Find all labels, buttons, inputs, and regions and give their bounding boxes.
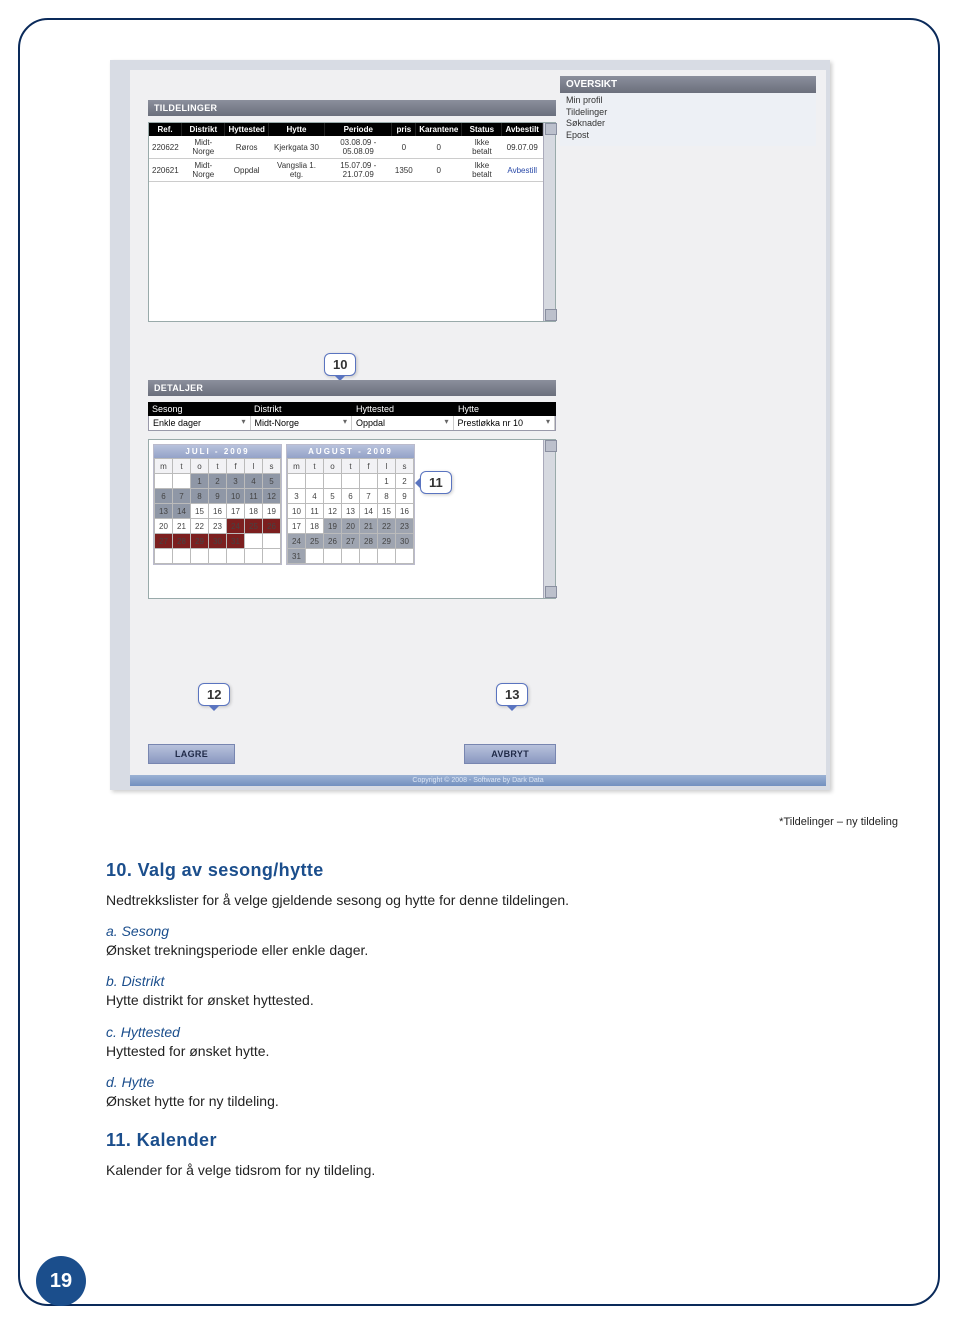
cell-hyttested: Røros — [225, 136, 268, 159]
oversikt-title: OVERSIKT — [560, 76, 816, 93]
cell-karantene: 0 — [416, 159, 462, 182]
calendar-scrollbar[interactable] — [543, 440, 555, 598]
app-screenshot: OVERSIKT Min profil Tildelinger Søknader… — [110, 60, 830, 790]
page-number-badge: 19 — [36, 1256, 86, 1306]
sub-b: b. Distrikt — [106, 973, 866, 989]
screenshot-caption: *Tildelinger – ny tildeling — [779, 816, 898, 828]
select-distrikt[interactable]: Midt-Norge — [251, 416, 353, 430]
calendar-grid-july[interactable]: mtotfls 12345 6789101112 13141516171819 … — [154, 458, 281, 564]
cell-pris: 1350 — [392, 159, 416, 182]
copyright-bar: Copyright © 2008 - Software by Dark Data — [130, 775, 826, 786]
para-b: Hytte distrikt for ønsket hyttested. — [106, 991, 866, 1009]
heading-11: 11. Kalender — [106, 1130, 866, 1151]
calendar-grid-august[interactable]: mtotfls 12 3456789 10111213141516 171819… — [287, 458, 414, 564]
cell-status: Ikke betalt — [462, 136, 502, 159]
cell-hytte: Kjerkgata 30 — [268, 136, 324, 159]
callout-11: 11 — [420, 471, 452, 494]
side-link-tildelinger[interactable]: Tildelinger — [566, 107, 810, 119]
table-row[interactable]: 220622 Midt-Norge Røros Kjerkgata 30 03.… — [149, 136, 543, 159]
tildelinger-table: Ref. Distrikt Hyttested Hytte Periode pr… — [149, 123, 543, 182]
tildelinger-title: TILDELINGER — [148, 100, 556, 116]
lbl-hyttested: Hyttested — [352, 402, 454, 416]
lbl-hytte: Hytte — [454, 402, 556, 416]
th-hyttested: Hyttested — [225, 123, 268, 136]
sub-c: c. Hyttested — [106, 1024, 866, 1040]
calendar-july: JULI - 2009 mtotfls 12345 6789101112 131… — [153, 444, 282, 565]
cell-hytte: Vangslia 1. etg. — [268, 159, 324, 182]
para-d: Ønsket hytte for ny tildeling. — [106, 1092, 866, 1110]
sub-a: a. Sesong — [106, 923, 866, 939]
table-header-row: Ref. Distrikt Hyttested Hytte Periode pr… — [149, 123, 543, 136]
calendar-wrap: JULI - 2009 mtotfls 12345 6789101112 131… — [148, 439, 556, 599]
cell-distrikt: Midt-Norge — [182, 159, 225, 182]
para-a: Ønsket trekningsperiode eller enkle dage… — [106, 941, 866, 959]
callout-12: 12 — [198, 683, 230, 706]
cell-periode: 03.08.09 - 05.08.09 — [325, 136, 392, 159]
calendar-title-july: JULI - 2009 — [154, 445, 281, 458]
th-ref: Ref. — [149, 123, 182, 136]
callout-13: 13 — [496, 683, 528, 706]
oversikt-panel: OVERSIKT Min profil Tildelinger Søknader… — [560, 76, 816, 146]
lbl-sesong: Sesong — [148, 402, 250, 416]
oversikt-links: Min profil Tildelinger Søknader Epost — [560, 93, 816, 146]
cell-distrikt: Midt-Norge — [182, 136, 225, 159]
side-link-epost[interactable]: Epost — [566, 130, 810, 142]
sub-d: d. Hytte — [106, 1074, 866, 1090]
filter-header: Sesong Distrikt Hyttested Hytte — [148, 402, 556, 416]
avbryt-button[interactable]: AVBRYT — [464, 744, 556, 764]
detaljer-title: DETALJER — [148, 380, 556, 396]
calendar-august: AUGUST - 2009 mtotfls 12 3456789 1011121… — [286, 444, 415, 565]
select-sesong[interactable]: Enkle dager — [149, 416, 251, 430]
lbl-distrikt: Distrikt — [250, 402, 352, 416]
th-periode: Periode — [325, 123, 392, 136]
detaljer-panel: DETALJER Sesong Distrikt Hyttested Hytte… — [148, 380, 556, 599]
th-avbestilt: Avbestilt — [502, 123, 543, 136]
select-hyttested[interactable]: Oppdal — [352, 416, 454, 430]
th-status: Status — [462, 123, 502, 136]
scrollbar[interactable] — [543, 123, 555, 321]
cell-avbestilt: 09.07.09 — [502, 136, 543, 159]
cell-hyttested: Oppdal — [225, 159, 268, 182]
th-hytte: Hytte — [268, 123, 324, 136]
cell-ref: 220622 — [149, 136, 182, 159]
document-body: 10. Valg av sesong/hytte Nedtrekkslister… — [106, 860, 866, 1191]
heading-10: 10. Valg av sesong/hytte — [106, 860, 866, 881]
th-distrikt: Distrikt — [182, 123, 225, 136]
tildelinger-table-wrap: Ref. Distrikt Hyttested Hytte Periode pr… — [148, 122, 556, 322]
cell-ref: 220621 — [149, 159, 182, 182]
cell-status: Ikke betalt — [462, 159, 502, 182]
para-10: Nedtrekkslister for å velge gjeldende se… — [106, 891, 866, 909]
calendar-title-august: AUGUST - 2009 — [287, 445, 414, 458]
para-11: Kalender for å velge tidsrom for ny tild… — [106, 1161, 866, 1179]
cell-pris: 0 — [392, 136, 416, 159]
th-pris: pris — [392, 123, 416, 136]
lagre-button[interactable]: LAGRE — [148, 744, 235, 764]
th-karantene: Karantene — [416, 123, 462, 136]
select-hytte[interactable]: Prestløkka nr 10 — [454, 416, 556, 430]
button-bar: LAGRE AVBRYT — [148, 744, 556, 764]
avbestill-link[interactable]: Avbestill — [502, 159, 543, 182]
para-c: Hyttested for ønsket hytte. — [106, 1042, 866, 1060]
callout-10: 10 — [324, 353, 356, 376]
cell-karantene: 0 — [416, 136, 462, 159]
side-link-profil[interactable]: Min profil — [566, 95, 810, 107]
table-row[interactable]: 220621 Midt-Norge Oppdal Vangslia 1. etg… — [149, 159, 543, 182]
cell-periode: 15.07.09 - 21.07.09 — [325, 159, 392, 182]
tildelinger-panel: TILDELINGER Ref. Distrikt Hyttested Hytt… — [148, 100, 556, 322]
filter-selects: Enkle dager Midt-Norge Oppdal Prestløkka… — [148, 416, 556, 431]
app-inner: OVERSIKT Min profil Tildelinger Søknader… — [130, 70, 826, 786]
side-link-soknader[interactable]: Søknader — [566, 118, 810, 130]
